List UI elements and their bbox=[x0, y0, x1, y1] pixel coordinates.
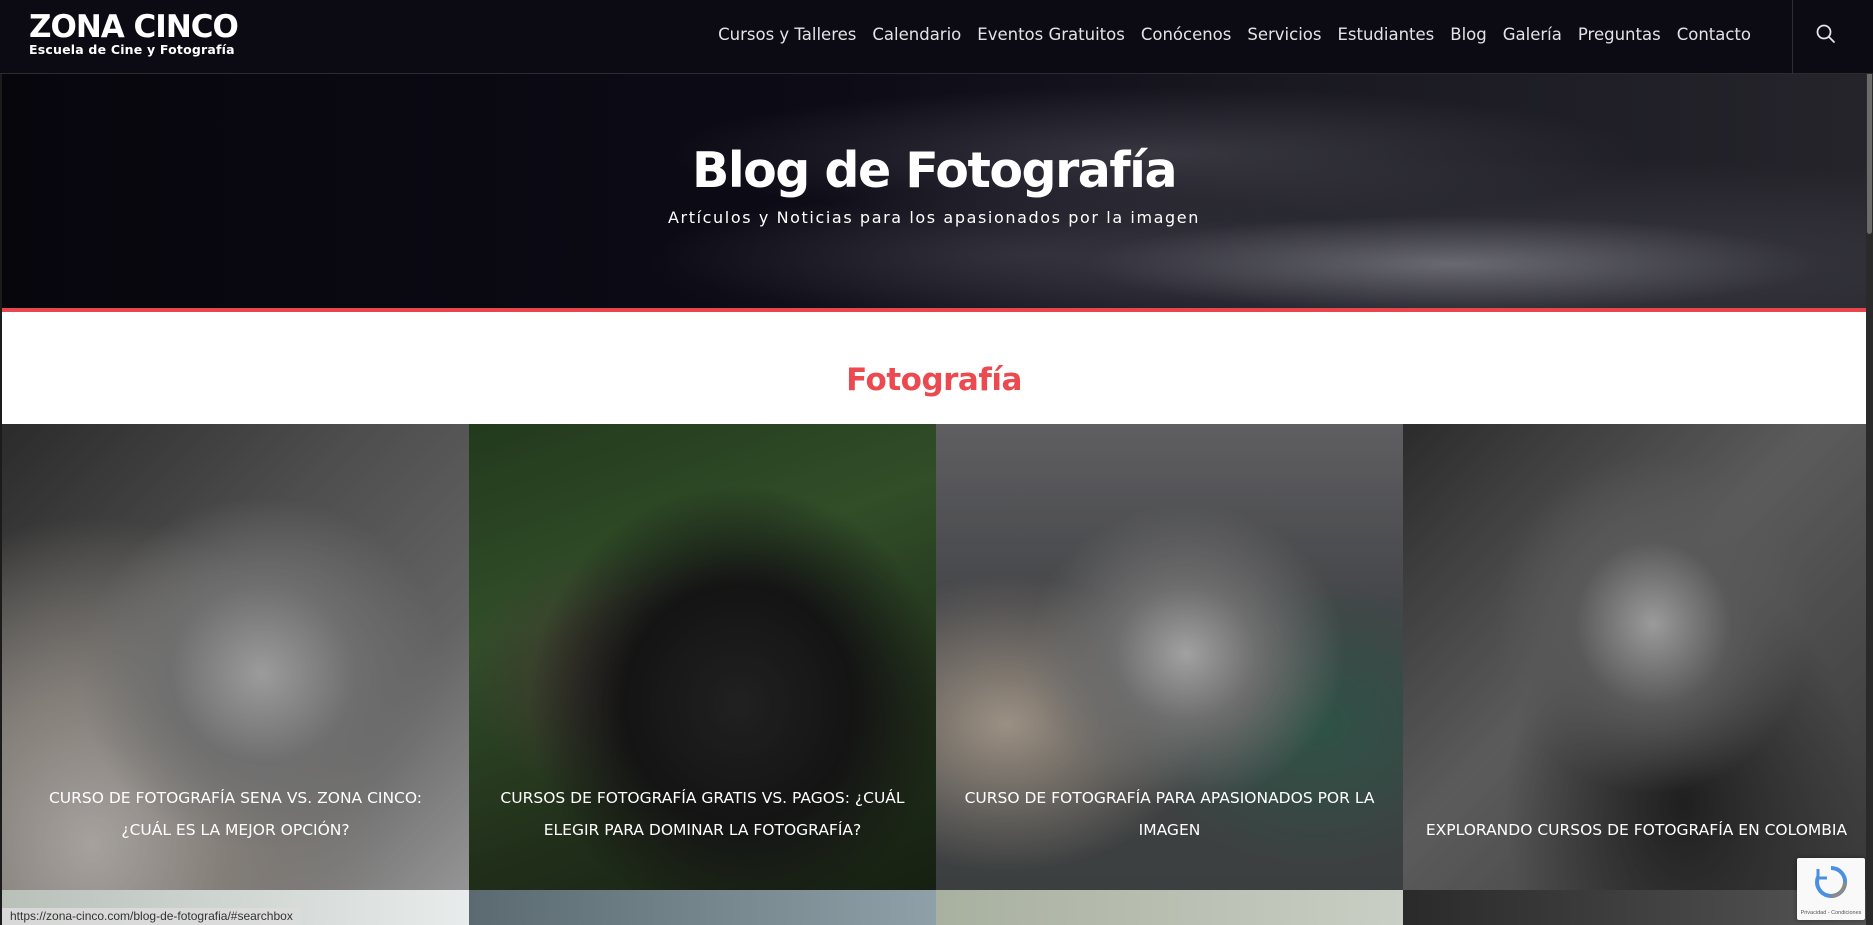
logo[interactable]: ZONA CINCO Escuela de Cine y Fotografía bbox=[29, 9, 239, 58]
post-card-3[interactable]: Curso de Fotografía para Apasionados por… bbox=[936, 424, 1403, 890]
post-title-3[interactable]: Curso de Fotografía para Apasionados por… bbox=[958, 782, 1381, 846]
post-title-4[interactable]: Explorando Cursos de Fotografía en Colom… bbox=[1425, 814, 1848, 846]
hero-banner: Blog de Fotografía Artículos y Noticias … bbox=[2, 74, 1866, 312]
nav-preguntas[interactable]: Preguntas bbox=[1570, 22, 1669, 48]
category-title: Fotografía bbox=[846, 362, 1022, 398]
logo-main-text: ZONA CINCO bbox=[29, 9, 239, 45]
post-card-2[interactable]: Cursos de Fotografía Gratis vs. Pagos: ¿… bbox=[469, 424, 936, 890]
page-subtitle: Artículos y Noticias para los apasionado… bbox=[668, 208, 1200, 227]
status-bar-url: https://zona-cinco.com/blog-de-fotografi… bbox=[2, 908, 301, 925]
post-card-1[interactable]: Curso de Fotografía SENA vs. Zona Cinco:… bbox=[2, 424, 469, 890]
search-icon[interactable] bbox=[1815, 23, 1837, 47]
post-card-7[interactable] bbox=[936, 890, 1403, 925]
post-card-6[interactable] bbox=[469, 890, 936, 925]
post-card-4[interactable]: Explorando Cursos de Fotografía en Colom… bbox=[1403, 424, 1870, 890]
nav-eventos-gratuitos[interactable]: Eventos Gratuitos bbox=[969, 22, 1133, 48]
post-title-1[interactable]: Curso de Fotografía SENA vs. Zona Cinco:… bbox=[24, 782, 447, 846]
nav-divider bbox=[1792, 0, 1793, 73]
nav-servicios[interactable]: Servicios bbox=[1239, 22, 1329, 48]
nav-calendario[interactable]: Calendario bbox=[864, 22, 969, 48]
nav-contacto[interactable]: Contacto bbox=[1669, 22, 1759, 48]
category-section: Fotografía bbox=[2, 312, 1866, 424]
main-nav: Cursos y Talleres Calendario Eventos Gra… bbox=[710, 22, 1759, 48]
recaptcha-text[interactable]: Privacidad - Condiciones bbox=[1797, 910, 1865, 916]
nav-cursos-y-talleres[interactable]: Cursos y Talleres bbox=[710, 22, 864, 48]
nav-blog[interactable]: Blog bbox=[1442, 22, 1494, 48]
recaptcha-icon bbox=[1815, 865, 1848, 898]
recaptcha-badge[interactable]: Privacidad - Condiciones bbox=[1797, 858, 1865, 920]
nav-galeria[interactable]: Galería bbox=[1495, 22, 1570, 48]
nav-conocenos[interactable]: Conócenos bbox=[1133, 22, 1240, 48]
nav-estudiantes[interactable]: Estudiantes bbox=[1329, 22, 1442, 48]
site-header: ZONA CINCO Escuela de Cine y Fotografía … bbox=[0, 0, 1873, 74]
page-title: Blog de Fotografía bbox=[691, 142, 1178, 199]
post-title-2[interactable]: Cursos de Fotografía Gratis vs. Pagos: ¿… bbox=[491, 782, 914, 846]
